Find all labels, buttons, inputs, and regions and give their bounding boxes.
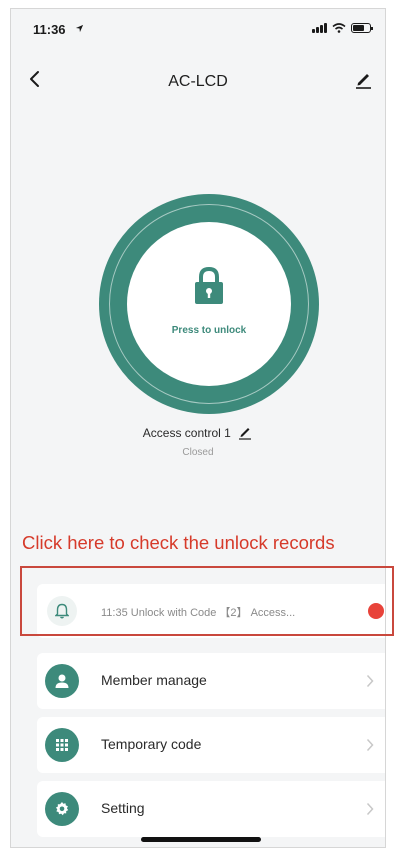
chevron-right-icon xyxy=(366,674,374,688)
device-name: Access control 1 xyxy=(11,424,385,440)
member-manage-label: Member manage xyxy=(101,672,207,688)
pencil-icon xyxy=(356,74,371,89)
phone-screen: 11:36 AC-LCD Press to unlock Access cont… xyxy=(10,8,386,848)
gear-icon xyxy=(45,792,79,826)
home-indicator[interactable] xyxy=(141,837,261,842)
unlock-button[interactable]: Press to unlock xyxy=(127,222,291,386)
temporary-code-label: Temporary code xyxy=(101,736,202,752)
annotation-highlight-box xyxy=(20,566,394,636)
person-icon xyxy=(45,664,79,698)
chevron-right-icon xyxy=(366,802,374,816)
rename-pencil-icon[interactable] xyxy=(237,424,253,440)
battery-icon xyxy=(351,23,373,33)
wifi-icon xyxy=(332,23,346,33)
page-title: AC-LCD xyxy=(168,73,228,90)
press-to-unlock-label: Press to unlock xyxy=(171,325,247,336)
location-arrow-icon xyxy=(75,24,84,33)
lock-icon xyxy=(195,266,223,304)
status-bar: 11:36 xyxy=(11,9,385,53)
unlock-ring: Press to unlock xyxy=(99,194,319,414)
annotation-text: Click here to check the unlock records xyxy=(22,532,335,553)
setting-item[interactable]: Setting xyxy=(37,781,385,837)
edit-button[interactable] xyxy=(349,65,377,93)
nav-bar: AC-LCD xyxy=(11,53,385,101)
member-manage-item[interactable]: Member manage xyxy=(37,653,385,709)
device-name-label: Access control 1 xyxy=(142,426,231,440)
status-icons xyxy=(312,23,373,33)
chevron-right-icon xyxy=(366,738,374,752)
temporary-code-item[interactable]: Temporary code xyxy=(37,717,385,773)
keypad-icon xyxy=(45,728,79,762)
setting-label: Setting xyxy=(101,800,145,816)
device-status: Closed xyxy=(182,447,214,458)
signal-icon xyxy=(312,23,327,33)
status-time: 11:36 xyxy=(33,22,66,37)
